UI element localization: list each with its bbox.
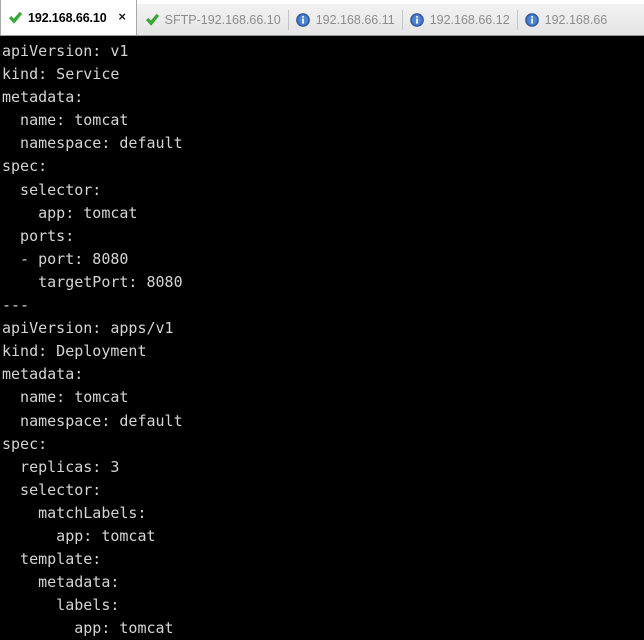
terminal-line: template: — [2, 550, 102, 569]
terminal-text-buffer: apiVersion: v1 kind: Service metadata: nam… — [2, 40, 644, 639]
terminal-line: selector: — [2, 180, 102, 199]
terminal-line: namespace: default — [2, 134, 183, 153]
terminal-line: apiVersion: apps/v1 — [2, 319, 174, 338]
terminal-line: name: tomcat — [2, 111, 129, 130]
tab-label: 192.168.66.11 — [315, 13, 395, 27]
terminal-line: app: tomcat — [2, 203, 138, 222]
terminal-line: namespace: default — [2, 411, 183, 430]
terminal-line: matchLabels: — [2, 503, 147, 522]
terminal-line: spec: — [2, 157, 48, 176]
blue-info-icon — [524, 13, 540, 27]
tab-label: 192.168.66.12 — [429, 13, 510, 27]
terminal-line: name: tomcat — [2, 388, 129, 407]
terminal-line: app: tomcat — [2, 619, 174, 638]
terminal-line: - port: 8080 — [2, 249, 129, 268]
terminal-line: --- — [2, 296, 30, 315]
tab-label: 192.168.66.10 — [28, 10, 107, 25]
terminal-line: metadata: — [2, 88, 84, 107]
terminal-line: selector: — [2, 480, 102, 499]
terminal-line: apiVersion: v1 — [2, 42, 129, 60]
terminal-line: app: tomcat — [2, 526, 156, 545]
terminal-line: labels: — [2, 596, 120, 615]
blue-info-icon — [409, 13, 425, 27]
terminal-line: replicas: 3 — [2, 457, 120, 476]
green-check-icon — [145, 13, 160, 27]
terminal-line: kind: Service — [2, 65, 120, 84]
terminal-line: spec: — [2, 434, 48, 453]
terminal-line: kind: Deployment — [2, 342, 147, 361]
tab-192-168-66[interactable]: 192.168.66 — [516, 5, 615, 35]
terminal-line: metadata: — [2, 573, 120, 592]
tab-label: SFTP-192.168.66.10 — [164, 13, 281, 27]
tab-sftp-192-168-66-10[interactable]: SFTP-192.168.66.10 — [137, 5, 288, 35]
terminal-line: ports: — [2, 226, 75, 245]
tab-bar: 192.168.66.10 × SFTP-192.168.66.10 192.168.… — [0, 0, 644, 36]
terminal-line: targetPort: 8080 — [2, 272, 183, 291]
tab-label: 192.168.66 — [544, 13, 608, 27]
tab-192-168-66-11[interactable]: 192.168.66.11 — [287, 5, 402, 35]
blue-info-icon — [295, 13, 311, 27]
green-check-icon — [8, 11, 23, 25]
tab-close-icon[interactable]: × — [116, 10, 129, 24]
tab-192-168-66-12[interactable]: 192.168.66.12 — [401, 5, 517, 35]
terminal-pane[interactable]: apiVersion: v1 kind: Service metadata: nam… — [0, 36, 644, 639]
terminal-line: metadata: — [2, 365, 84, 384]
tab-192-168-66-10[interactable]: 192.168.66.10 × — [0, 0, 137, 35]
